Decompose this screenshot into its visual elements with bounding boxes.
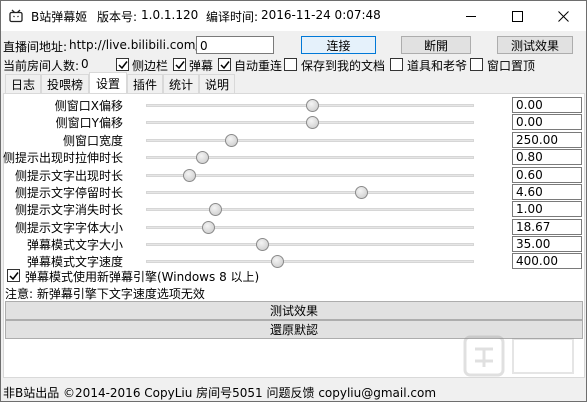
tab-plugins[interactable]: 插件: [127, 74, 163, 93]
tab-gift-ranking[interactable]: 投喂榜: [41, 74, 89, 93]
setting-label: 侧提示文字出现时长: [14, 169, 123, 183]
bilibili-tv-icon: [9, 9, 23, 23]
setting-value-input[interactable]: 0.80: [512, 149, 582, 165]
setting-value-input[interactable]: 4.60: [512, 184, 582, 200]
checkmark-icon: [8, 271, 19, 280]
watermark-logo: [463, 335, 574, 377]
setting-value-input[interactable]: 400.00: [512, 253, 582, 269]
tab-log[interactable]: 日志: [5, 74, 41, 93]
tab-settings[interactable]: 设置: [89, 72, 127, 94]
setting-label: 侧提示文字字体大小: [14, 221, 123, 235]
version-label: 版本号:: [97, 10, 138, 24]
sidebar-checkbox-label: 侧边栏: [132, 59, 169, 73]
setting-label: 侧提示文字消失时长: [14, 203, 123, 217]
room-url-label: 直播间地址:: [3, 40, 68, 54]
setting-label: 弹幕模式文字大小: [26, 238, 123, 252]
setting-value-input[interactable]: 0.00: [512, 97, 582, 113]
build-time-label: 编译时间:: [206, 10, 259, 24]
danmaku-checkbox[interactable]: [173, 58, 186, 71]
danmaku-checkbox-label: 弹幕: [189, 59, 214, 73]
app-title: B站弹幕姬: [31, 10, 88, 24]
viewers-label: 当前房间人数:: [3, 59, 80, 73]
slider-track[interactable]: [146, 260, 474, 263]
auto-reconnect-checkbox[interactable]: [218, 58, 231, 71]
minimize-button[interactable]: [448, 1, 494, 31]
room-id-input[interactable]: 0: [196, 36, 274, 54]
slider-track[interactable]: [146, 208, 474, 211]
new-engine-checkbox[interactable]: [7, 269, 20, 282]
setting-value-input[interactable]: 250.00: [512, 132, 582, 148]
maximize-button[interactable]: [494, 1, 540, 31]
slider-track[interactable]: [146, 226, 474, 229]
auto-reconnect-label: 自动重连: [234, 59, 283, 73]
tab-statistics[interactable]: 统计: [163, 74, 199, 93]
disconnect-button[interactable]: 断開: [401, 36, 471, 54]
setting-value-input[interactable]: 35.00: [512, 236, 582, 252]
gifts-checkbox[interactable]: [390, 58, 403, 71]
viewers-value: 0: [81, 57, 89, 71]
room-url-prefix: http://live.bilibili.com/: [69, 38, 200, 52]
sidebar-checkbox[interactable]: [116, 58, 129, 71]
save-to-documents-label: 保存到我的文档: [301, 59, 386, 73]
setting-label: 侧窗口Y偏移: [55, 116, 123, 130]
maximize-icon: [511, 10, 523, 22]
setting-label: 侧窗口宽度: [62, 134, 123, 148]
slider-thumb[interactable]: [182, 169, 196, 182]
setting-label: 侧窗口X偏移: [54, 99, 123, 113]
setting-value-input[interactable]: 0.60: [512, 167, 582, 183]
close-button[interactable]: [540, 1, 586, 31]
slider-track[interactable]: [146, 243, 474, 246]
checkmark-icon: [117, 60, 128, 69]
status-bar: 非B站出品 ©2014-2016 CopyLiu 房间号5051 问题反馈 co…: [3, 386, 437, 400]
test-effect-button[interactable]: 测试效果: [5, 301, 583, 320]
connect-button[interactable]: 连接: [301, 36, 376, 54]
save-to-documents-checkbox[interactable]: [284, 58, 297, 71]
new-engine-label: 弹幕模式使用新弹幕引擎(Windows 8 以上): [25, 270, 260, 284]
slider-thumb[interactable]: [305, 99, 319, 112]
minimize-icon: [465, 15, 476, 17]
always-on-top-label: 窗口置顶: [487, 59, 536, 73]
slider-track[interactable]: [146, 191, 474, 194]
slider-thumb[interactable]: [354, 186, 368, 199]
checkmark-icon: [219, 60, 230, 69]
slider-thumb[interactable]: [208, 203, 222, 216]
tab-help[interactable]: 说明: [199, 74, 235, 93]
gifts-label: 道具和老爷: [407, 59, 468, 73]
slider-thumb[interactable]: [195, 151, 209, 164]
setting-value-input[interactable]: 1.00: [512, 201, 582, 217]
version-value: 1.0.1.120: [141, 8, 199, 22]
setting-label: 侧提示文字停留时长: [14, 186, 123, 200]
always-on-top-checkbox[interactable]: [470, 58, 483, 71]
slider-thumb[interactable]: [305, 116, 319, 129]
main-window: B站弹幕姬 版本号: 1.0.1.120 编译时间: 2016-11-24 0:…: [0, 0, 587, 402]
title-bar: B站弹幕姬 版本号: 1.0.1.120 编译时间: 2016-11-24 0:…: [1, 1, 586, 31]
close-icon: [557, 10, 569, 22]
build-time-value: 2016-11-24 0:07:48: [261, 8, 381, 22]
setting-value-input[interactable]: 0.00: [512, 114, 582, 130]
setting-value-input[interactable]: 18.67: [512, 219, 582, 235]
engine-note: 注意: 新弹幕引擎下文字速度选项无效: [5, 287, 205, 301]
test-effect-top-button[interactable]: 测试效果: [497, 36, 573, 54]
setting-label: 侧提示出现时拉伸时长: [2, 151, 123, 165]
checkmark-icon: [174, 60, 185, 69]
slider-track[interactable]: [146, 139, 474, 142]
